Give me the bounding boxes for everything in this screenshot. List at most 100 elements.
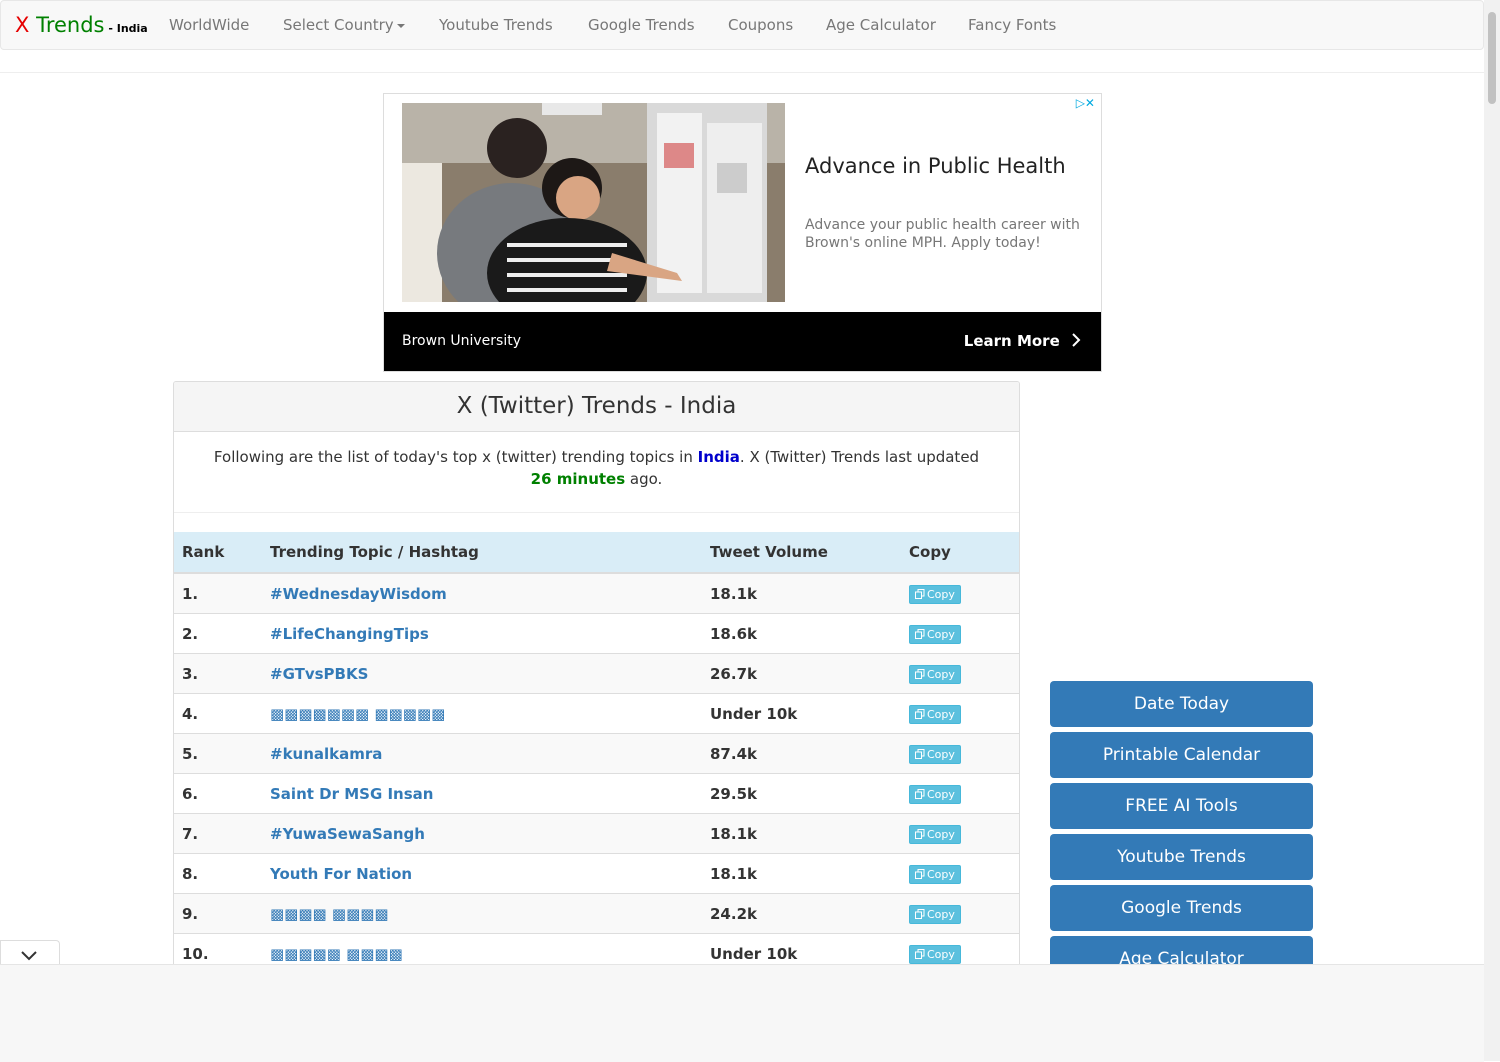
header-copy: Copy: [901, 532, 1019, 574]
topic-link[interactable]: #WednesdayWisdom: [270, 585, 447, 603]
copy-button[interactable]: Copy: [909, 944, 961, 964]
intro-text: Following are the list of today's top x …: [174, 432, 1019, 513]
topic-cell: ▩▩▩▩▩▩▩ ▩▩▩▩▩: [262, 693, 702, 734]
table-row: 3. #GTvsPBKS 26.7k Copy: [174, 653, 1019, 694]
free-ai-tools-button[interactable]: FREE AI Tools: [1050, 783, 1313, 829]
topic-link[interactable]: #kunalkamra: [270, 745, 382, 763]
table-row: 8. Youth For Nation 18.1k Copy: [174, 853, 1019, 894]
copy-cell: Copy: [901, 572, 1019, 614]
volume-cell: 29.5k: [702, 773, 901, 814]
topic-link[interactable]: ▩▩▩▩▩ ▩▩▩▩: [270, 945, 403, 963]
nav-coupons[interactable]: Coupons: [728, 16, 793, 34]
copy-icon: [915, 868, 925, 879]
copy-icon: [915, 588, 925, 599]
site-logo[interactable]: X Trends - India: [15, 11, 148, 43]
copy-button[interactable]: Copy: [909, 624, 961, 644]
ad-learn-more-button[interactable]: Learn More: [964, 332, 1081, 350]
bottom-ad-bar: [0, 964, 1484, 1062]
copy-button[interactable]: Copy: [909, 784, 961, 804]
advertisement[interactable]: ▷✕ Advance in Public Health Advance your…: [383, 93, 1102, 372]
copy-button[interactable]: Copy: [909, 584, 961, 604]
topic-cell: Saint Dr MSG Insan: [262, 773, 702, 814]
copy-cell: Copy: [901, 653, 1019, 694]
nav-youtube-trends[interactable]: Youtube Trends: [439, 16, 553, 34]
chevron-right-icon: [1072, 333, 1081, 347]
copy-cell: Copy: [901, 773, 1019, 814]
intro-pre: Following are the list of today's top x …: [213, 448, 698, 466]
nav-google-trends[interactable]: Google Trends: [588, 16, 695, 34]
topic-link[interactable]: #GTvsPBKS: [270, 665, 368, 683]
copy-label: Copy: [927, 707, 955, 721]
youtube-trends-button[interactable]: Youtube Trends: [1050, 834, 1313, 880]
copy-button[interactable]: Copy: [909, 664, 961, 684]
ad-description: Advance your public health career with B…: [805, 217, 1080, 251]
header-rank: Rank: [174, 532, 262, 574]
rank-cell: 6.: [174, 773, 262, 814]
divider: [0, 72, 1484, 73]
volume-cell: Under 10k: [702, 693, 901, 734]
table-row: 7. #YuwaSewaSangh 18.1k Copy: [174, 813, 1019, 854]
topic-link[interactable]: ▩▩▩▩ ▩▩▩▩: [270, 905, 389, 923]
topic-cell: #GTvsPBKS: [262, 653, 702, 694]
volume-cell: 26.7k: [702, 653, 901, 694]
rank-cell: 4.: [174, 693, 262, 734]
rank-cell: 7.: [174, 813, 262, 854]
copy-cell: Copy: [901, 733, 1019, 774]
nav-age-calculator[interactable]: Age Calculator: [826, 16, 936, 34]
country-link[interactable]: India: [698, 448, 740, 466]
topic-link[interactable]: #YuwaSewaSangh: [270, 825, 425, 843]
volume-cell: 24.2k: [702, 893, 901, 934]
nav-select-country-label: Select Country: [283, 16, 394, 34]
topic-link[interactable]: Saint Dr MSG Insan: [270, 785, 433, 803]
topic-cell: #WednesdayWisdom: [262, 572, 702, 614]
topic-cell: #kunalkamra: [262, 733, 702, 774]
nav-worldwide[interactable]: WorldWide: [169, 16, 249, 34]
table-header-row: Rank Trending Topic / Hashtag Tweet Volu…: [174, 532, 1019, 574]
copy-label: Copy: [927, 907, 955, 921]
table-row: 6. Saint Dr MSG Insan 29.5k Copy: [174, 773, 1019, 814]
volume-cell: 18.1k: [702, 853, 901, 894]
copy-button[interactable]: Copy: [909, 904, 961, 924]
copy-icon: [915, 948, 925, 959]
topic-cell: ▩▩▩▩ ▩▩▩▩: [262, 893, 702, 934]
last-updated: 26 minutes: [530, 470, 626, 488]
topic-link[interactable]: #LifeChangingTips: [270, 625, 429, 643]
copy-cell: Copy: [901, 693, 1019, 734]
ad-footer[interactable]: Brown University Learn More: [384, 312, 1101, 371]
printable-calendar-button[interactable]: Printable Calendar: [1050, 732, 1313, 778]
scrollbar[interactable]: [1484, 0, 1500, 1061]
copy-button[interactable]: Copy: [909, 864, 961, 884]
copy-cell: Copy: [901, 613, 1019, 654]
topic-link[interactable]: ▩▩▩▩▩▩▩ ▩▩▩▩▩: [270, 705, 445, 723]
date-today-button[interactable]: Date Today: [1050, 681, 1313, 727]
brand-country: - India: [104, 22, 148, 35]
copy-button[interactable]: Copy: [909, 824, 961, 844]
rank-cell: 8.: [174, 853, 262, 894]
volume-cell: 18.1k: [702, 813, 901, 854]
nav-select-country[interactable]: Select Country: [283, 16, 405, 34]
copy-icon: [915, 708, 925, 719]
copy-label: Copy: [927, 947, 955, 961]
copy-button[interactable]: Copy: [909, 704, 961, 724]
topic-cell: Youth For Nation: [262, 853, 702, 894]
copy-button[interactable]: Copy: [909, 744, 961, 764]
nav-fancy-fonts[interactable]: Fancy Fonts: [968, 16, 1056, 34]
table-row: 5. #kunalkamra 87.4k Copy: [174, 733, 1019, 774]
copy-cell: Copy: [901, 893, 1019, 934]
topic-link[interactable]: Youth For Nation: [270, 865, 412, 883]
copy-cell: Copy: [901, 853, 1019, 894]
trends-table: Rank Trending Topic / Hashtag Tweet Volu…: [174, 532, 1019, 973]
google-trends-button[interactable]: Google Trends: [1050, 885, 1313, 931]
ad-choices-icon[interactable]: ▷✕: [1076, 96, 1095, 110]
copy-cell: Copy: [901, 813, 1019, 854]
trends-panel: X (Twitter) Trends - India Following are…: [173, 381, 1020, 981]
copy-icon: [915, 668, 925, 679]
scrollbar-thumb[interactable]: [1488, 12, 1496, 104]
collapse-ad-button[interactable]: [0, 940, 60, 967]
ad-image[interactable]: [402, 103, 785, 302]
copy-icon: [915, 628, 925, 639]
page-title: X (Twitter) Trends - India: [174, 382, 1019, 432]
rank-cell: 3.: [174, 653, 262, 694]
top-navbar: X Trends - India WorldWide Select Countr…: [0, 0, 1484, 50]
ad-title[interactable]: Advance in Public Health: [805, 154, 1066, 178]
